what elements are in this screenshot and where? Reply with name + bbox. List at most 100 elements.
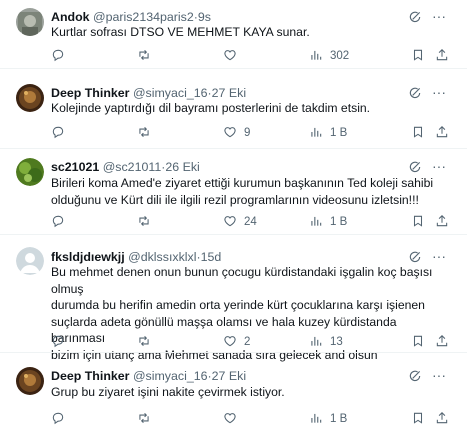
like-button[interactable]	[223, 47, 244, 65]
reply-button[interactable]	[51, 333, 72, 351]
reply-button[interactable]	[51, 47, 72, 65]
retweet-icon	[137, 334, 151, 351]
more-icon[interactable]: ···	[432, 85, 446, 99]
tweet-header: Deep Thinker @simyaci_16·27 Eki	[51, 367, 246, 385]
views-button[interactable]: 1 B	[309, 213, 347, 231]
views-count: 13	[330, 336, 343, 348]
tweet-actions: 302	[51, 47, 451, 65]
views-button[interactable]: 13	[309, 333, 343, 351]
bookmark-button[interactable]	[411, 410, 425, 428]
bookmark-icon	[411, 411, 425, 428]
user-handle[interactable]: @sc21011	[103, 160, 162, 174]
user-handle[interactable]: @dklssıxklxl	[128, 250, 196, 264]
like-button[interactable]: 24	[223, 213, 257, 231]
bookmark-icon	[411, 214, 425, 231]
retweet-icon	[137, 411, 151, 428]
tweet-actions: 9 1 B	[51, 124, 451, 142]
share-button[interactable]	[435, 47, 449, 65]
reply-icon	[51, 334, 65, 351]
tweet-divider	[0, 148, 467, 149]
views-button[interactable]: 1 B	[309, 124, 347, 142]
reply-icon	[51, 214, 65, 231]
timestamp[interactable]: 27 Eki	[212, 86, 246, 100]
tweet-text: Grup bu ziyaret işini nakite çevirmek is…	[51, 385, 285, 399]
avatar[interactable]	[16, 367, 44, 395]
bookmark-icon	[411, 48, 425, 65]
avatar[interactable]	[16, 8, 44, 36]
views-icon	[309, 334, 323, 351]
views-count: 1 B	[330, 413, 348, 425]
more-icon[interactable]: ···	[432, 368, 446, 382]
tweet-actions: 1 B	[51, 410, 451, 428]
share-icon	[435, 214, 449, 231]
views-button[interactable]: 302	[309, 47, 349, 65]
views-count: 1 B	[330, 127, 348, 139]
bookmark-button[interactable]	[411, 333, 425, 351]
share-button[interactable]	[435, 333, 449, 351]
bookmark-button[interactable]	[411, 213, 425, 231]
tweet-text: Kurtlar sofrası DTSO VE MEHMET KAYA suna…	[51, 25, 310, 39]
bookmark-icon	[411, 334, 425, 351]
timestamp[interactable]: 26 Eki	[165, 160, 199, 174]
views-button[interactable]: 1 B	[309, 410, 347, 428]
bookmark-icon	[411, 125, 425, 142]
more-icon[interactable]: ···	[432, 249, 446, 263]
user-handle[interactable]: @simyaci_16	[133, 86, 208, 100]
retweet-button[interactable]	[137, 124, 158, 142]
views-icon	[309, 214, 323, 231]
retweet-button[interactable]	[137, 47, 158, 65]
user-handle[interactable]: @paris2134paris2	[93, 10, 194, 24]
like-count: 2	[244, 336, 251, 348]
share-icon	[435, 48, 449, 65]
like-icon	[223, 334, 237, 351]
like-icon	[223, 214, 237, 231]
grok-icon[interactable]	[408, 10, 422, 24]
like-button[interactable]: 9	[223, 124, 250, 142]
avatar[interactable]	[16, 247, 44, 275]
reply-button[interactable]	[51, 213, 72, 231]
share-icon	[435, 411, 449, 428]
views-icon	[309, 48, 323, 65]
bookmark-button[interactable]	[411, 47, 425, 65]
like-button[interactable]	[223, 410, 244, 428]
tweet-text: Kolejinde yaptırdığı dil bayramı posterl…	[51, 101, 371, 115]
tweet-actions: 24 1 B	[51, 213, 451, 231]
avatar[interactable]	[16, 84, 44, 112]
retweet-button[interactable]	[137, 333, 158, 351]
timestamp[interactable]: 9s	[198, 10, 211, 24]
tweet-text: Birileri koma Amed'e ziyaret ettiği kuru…	[51, 176, 434, 207]
more-icon[interactable]: ···	[432, 9, 446, 23]
user-handle[interactable]: @simyaci_16	[133, 369, 208, 383]
display-name[interactable]: sc21021	[51, 160, 99, 174]
tweet-divider	[0, 352, 467, 353]
more-icon[interactable]: ···	[432, 159, 446, 173]
retweet-icon	[137, 125, 151, 142]
share-button[interactable]	[435, 213, 449, 231]
grok-icon[interactable]	[408, 160, 422, 174]
display-name[interactable]: fksldjdıewkjj	[51, 250, 125, 264]
retweet-icon	[137, 48, 151, 65]
tweet-divider	[0, 234, 467, 235]
avatar[interactable]	[16, 158, 44, 186]
tweet-feed: Andok @paris2134paris2·9s ··· Kurtlar sofr…	[0, 0, 467, 433]
timestamp[interactable]: 27 Eki	[212, 369, 246, 383]
bookmark-button[interactable]	[411, 124, 425, 142]
timestamp[interactable]: 15d	[201, 250, 222, 264]
grok-icon[interactable]	[408, 250, 422, 264]
views-icon	[309, 125, 323, 142]
display-name[interactable]: Deep Thinker	[51, 86, 130, 100]
share-button[interactable]	[435, 410, 449, 428]
display-name[interactable]: Andok	[51, 10, 90, 24]
reply-icon	[51, 125, 65, 142]
reply-button[interactable]	[51, 410, 72, 428]
reply-button[interactable]	[51, 124, 72, 142]
retweet-button[interactable]	[137, 213, 158, 231]
share-icon	[435, 125, 449, 142]
display-name[interactable]: Deep Thinker	[51, 369, 130, 383]
share-icon	[435, 334, 449, 351]
like-button[interactable]: 2	[223, 333, 250, 351]
grok-icon[interactable]	[408, 86, 422, 100]
share-button[interactable]	[435, 124, 449, 142]
retweet-button[interactable]	[137, 410, 158, 428]
grok-icon[interactable]	[408, 369, 422, 383]
